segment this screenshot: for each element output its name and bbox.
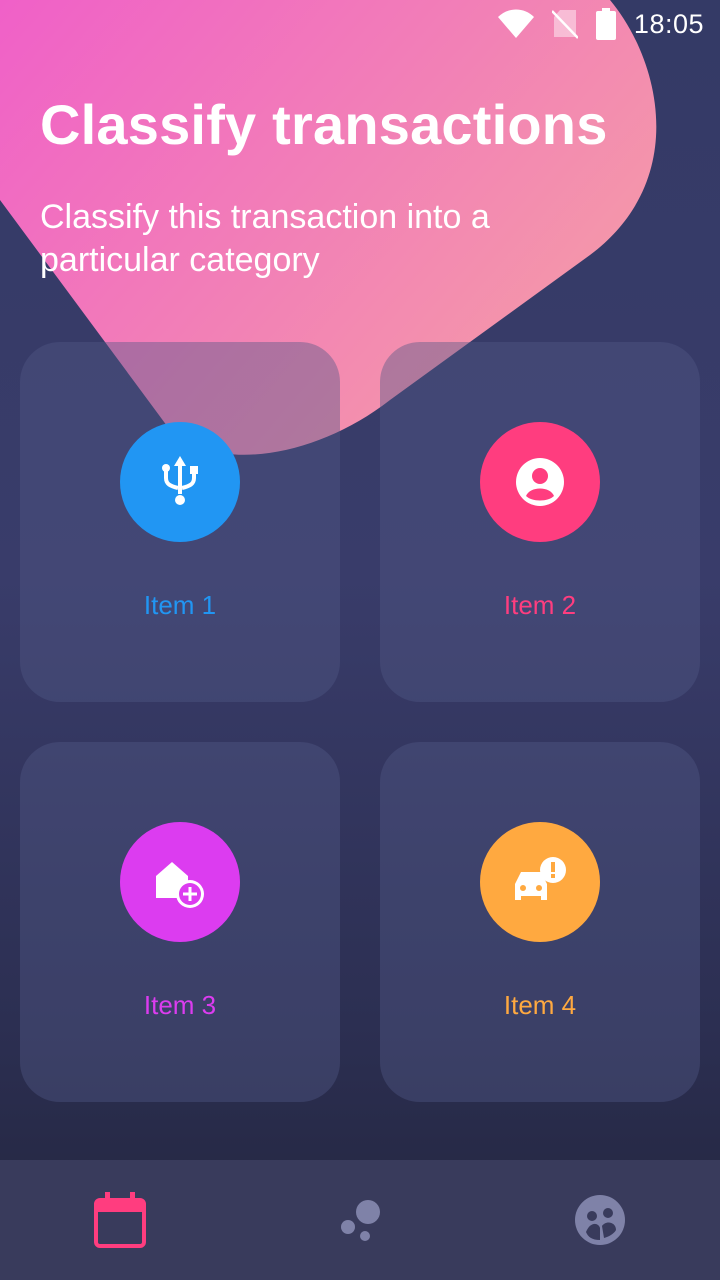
category-card-item-2[interactable]: Item 2 (380, 342, 700, 702)
item-3-label: Item 3 (143, 990, 217, 1020)
nav-face[interactable] (564, 1184, 636, 1256)
item-1-label: Item 1 (143, 590, 217, 620)
item-1-circle (120, 422, 240, 542)
nav-calendar[interactable] (84, 1184, 156, 1256)
home-add-icon (156, 862, 204, 908)
status-time: 18:05 (633, 8, 704, 39)
page-subtitle: Classify this transaction into a particu… (40, 198, 490, 279)
car-alert-icon (515, 857, 566, 900)
nav-bubbles[interactable] (324, 1184, 396, 1256)
bottom-navigation (0, 1160, 720, 1280)
item-4-label: Item 4 (503, 990, 577, 1020)
category-card-item-3[interactable]: Item 3 (20, 742, 340, 1102)
no-sim-icon (551, 10, 578, 39)
category-card-item-4[interactable]: Item 4 (380, 742, 700, 1102)
page-title: Classify transactions (40, 93, 608, 156)
item-2-label: Item 2 (503, 590, 577, 620)
account-circle-icon (516, 458, 564, 506)
item-3-circle (120, 822, 240, 942)
item-2-circle (480, 422, 600, 542)
item-4-circle (480, 822, 600, 942)
calendar-icon (94, 1192, 146, 1248)
usb-icon (162, 456, 198, 505)
status-bar: 18:05 (0, 0, 720, 48)
face-icon (575, 1195, 625, 1245)
category-card-item-1[interactable]: Item 1 (20, 342, 340, 702)
battery-icon (595, 8, 616, 40)
status-icons: 18:05 (497, 6, 704, 42)
wifi-icon (497, 9, 534, 38)
bubbles-icon (341, 1200, 380, 1241)
